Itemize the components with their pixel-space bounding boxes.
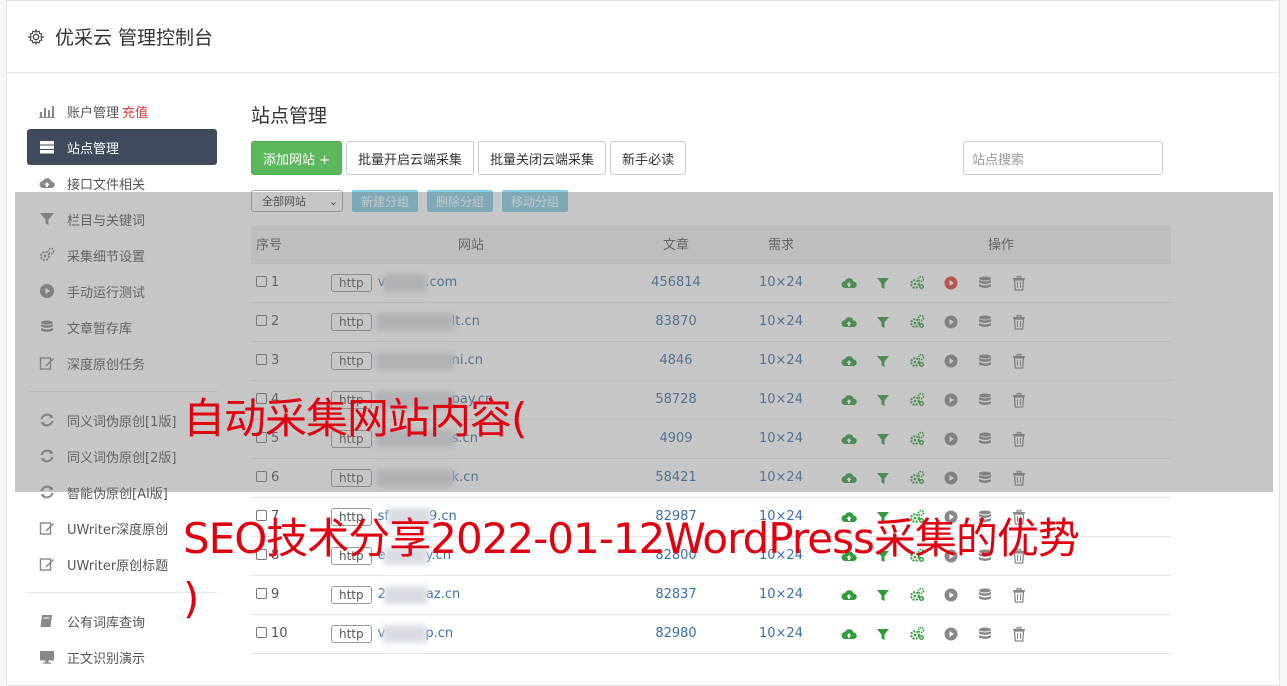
row-checkbox[interactable] xyxy=(256,588,267,599)
site-domain[interactable]: 2 az.cn xyxy=(378,585,461,604)
server-icon xyxy=(39,139,55,155)
row-number-cell: 10 xyxy=(251,614,321,653)
add-site-button[interactable]: 添加网站 + xyxy=(251,141,343,175)
row-number: 10 xyxy=(271,626,288,641)
settings-icon[interactable] xyxy=(909,626,925,642)
site-domain-suffix: p.cn xyxy=(425,626,454,641)
console-title: 优采云 管理控制台 xyxy=(55,27,214,49)
toolbar: 添加网站 + 批量开启云端采集 批量关闭云端采集 新手必读 站点搜索 xyxy=(251,141,1171,175)
sidebar-item-label: 公有词库查询 xyxy=(67,615,146,631)
edit-icon xyxy=(39,556,55,572)
edit-icon xyxy=(39,520,55,536)
redacted-blur xyxy=(383,624,428,643)
sidebar-item-label: 正文识别演示 xyxy=(67,651,146,667)
batch-close-button[interactable]: 批量关闭云端采集 xyxy=(478,141,607,175)
dim-overlay xyxy=(15,192,1273,492)
sidebar-item-label: 接口文件相关 xyxy=(67,177,146,193)
filter-icon[interactable] xyxy=(875,587,891,603)
newbie-guide-button[interactable]: 新手必读 xyxy=(610,141,687,175)
sidebar-item[interactable]: 站点管理 xyxy=(27,129,217,165)
sidebar-item[interactable]: 账户管理 充值 xyxy=(27,93,217,129)
http-badge[interactable]: http xyxy=(331,624,372,643)
row-number-cell: 9 xyxy=(251,575,321,614)
row-checkbox[interactable] xyxy=(256,627,267,638)
redacted-blur xyxy=(383,585,428,604)
overlay-title-line2: SEO技术分享2022-01-12WordPress采集的优势 xyxy=(183,514,1080,563)
play-icon[interactable] xyxy=(943,626,959,642)
sidebar-item-label: 账户管理 xyxy=(67,105,120,121)
site-domain[interactable]: v p.cn xyxy=(378,624,454,643)
articles-count[interactable]: 82837 xyxy=(621,575,731,614)
table-row: 9 http 2 az.cn 82837 10×24 xyxy=(251,575,1171,614)
cloud-upload-icon xyxy=(39,175,55,191)
upload-icon[interactable] xyxy=(841,587,857,603)
sidebar-item-label: UWriter深度原创 xyxy=(67,522,169,538)
header: 优采云 管理控制台 xyxy=(7,1,1279,73)
upload-icon[interactable] xyxy=(841,626,857,642)
filter-icon[interactable] xyxy=(875,626,891,642)
overlay-title-line3: ) xyxy=(183,574,199,623)
bar-chart-icon xyxy=(39,103,55,119)
monitor-icon xyxy=(39,649,55,665)
book-icon xyxy=(39,613,55,629)
page-title: 站点管理 xyxy=(251,105,328,127)
row-number: 9 xyxy=(271,587,280,602)
ops-cell xyxy=(831,575,1171,614)
batch-open-button[interactable]: 批量开启云端采集 xyxy=(346,141,475,175)
database-icon[interactable] xyxy=(977,626,993,642)
demand-value[interactable]: 10×24 xyxy=(731,575,831,614)
site-domain-suffix: az.cn xyxy=(425,587,461,602)
sidebar-item[interactable]: 正文识别演示 xyxy=(27,639,217,675)
articles-count[interactable]: 82980 xyxy=(621,614,731,653)
database-icon[interactable] xyxy=(977,587,993,603)
demand-value[interactable]: 10×24 xyxy=(731,614,831,653)
overlay-title-line1: 自动采集网站内容( xyxy=(183,394,527,443)
sidebar-item-label: UWriter原创标题 xyxy=(67,558,169,574)
site-cell: http v p.cn xyxy=(321,614,621,653)
table-row: 10 http v p.cn 82980 10×24 xyxy=(251,614,1171,653)
sidebar-item-label: 站点管理 xyxy=(67,141,120,157)
site-search-input[interactable]: 站点搜索 xyxy=(963,141,1163,175)
settings-icon[interactable] xyxy=(909,587,925,603)
ops-cell xyxy=(831,614,1171,653)
http-badge[interactable]: http xyxy=(331,585,372,604)
trash-icon[interactable] xyxy=(1011,626,1027,642)
recharge-link[interactable]: 充值 xyxy=(122,102,148,121)
play-icon[interactable] xyxy=(943,587,959,603)
site-cell: http 2 az.cn xyxy=(321,575,621,614)
gear-icon[interactable] xyxy=(27,27,45,46)
trash-icon[interactable] xyxy=(1011,587,1027,603)
